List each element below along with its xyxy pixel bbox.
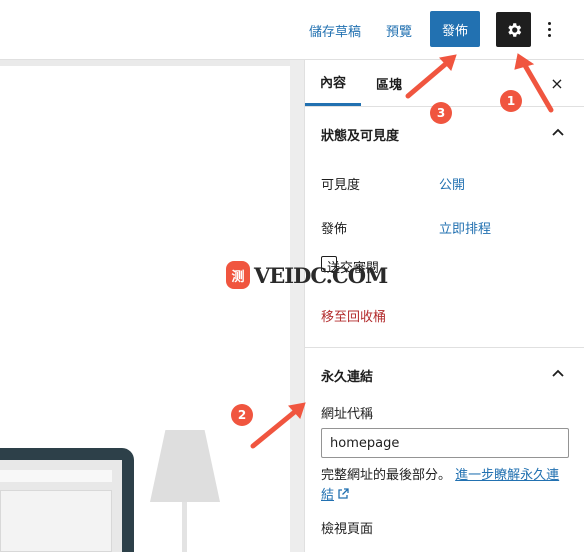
options-menu-button[interactable] [541,17,557,41]
kebab-dot [547,27,551,31]
monitor-screen [0,460,122,552]
tab-post[interactable]: 內容 [305,60,361,106]
watermark-logo: 测 [226,261,250,289]
slug-input[interactable] [321,428,569,458]
slug-label: 網址代稱 [321,407,374,422]
panel-divider [305,347,584,348]
external-link-icon [338,488,349,499]
status-panel-title[interactable]: 狀態及可見度 [321,125,399,144]
preview-button[interactable]: 預覽 [386,21,412,40]
watermark: 测 VEIDC.COM [226,261,388,289]
screen-header-bar [0,470,112,482]
top-toolbar: 儲存草稿 預覽 發佈 [0,0,584,60]
annotation-badge-3: 3 [430,102,452,124]
settings-sidebar: 內容 區塊 × 狀態及可見度 可見度 公開 發佈 立即排程 送交審閱 移至回收桶… [304,60,584,552]
permalink-help-text: 完整網址的最後部分。 [321,468,452,483]
gear-icon [507,22,521,37]
visibility-value-link[interactable]: 公開 [439,174,465,193]
settings-button[interactable] [496,12,531,47]
permalink-help: 完整網址的最後部分。 進一步瞭解永久連結 [321,466,571,506]
lamp-pole-illustration [182,502,187,552]
editor-screen: 儲存草稿 預覽 發佈 內容 區塊 × 狀態及可見度 可見度 公開 發佈 立即排程… [0,0,584,552]
move-to-trash-button[interactable]: 移至回收桶 [321,306,386,325]
close-sidebar-icon[interactable]: × [547,74,567,93]
editor-scrollbar[interactable] [290,60,304,552]
monitor-illustration [0,448,134,552]
save-draft-button[interactable]: 儲存草稿 [309,21,361,40]
screen-content-box [0,490,112,552]
view-page-label: 檢視頁面 [321,522,374,537]
visibility-label: 可見度 [321,178,361,193]
chevron-up-icon[interactable] [551,367,565,381]
kebab-dot [547,21,551,25]
annotation-badge-2: 2 [231,404,253,426]
publish-schedule-link[interactable]: 立即排程 [439,218,491,237]
watermark-text: VEIDC.COM [254,262,388,288]
permalink-panel-title[interactable]: 永久連結 [321,366,373,385]
chevron-up-icon[interactable] [551,126,565,140]
publish-label: 發佈 [321,222,348,237]
kebab-dot [547,33,551,37]
tab-block[interactable]: 區塊 [361,60,417,106]
publish-button[interactable]: 發佈 [430,11,480,47]
annotation-badge-1: 1 [500,90,522,112]
